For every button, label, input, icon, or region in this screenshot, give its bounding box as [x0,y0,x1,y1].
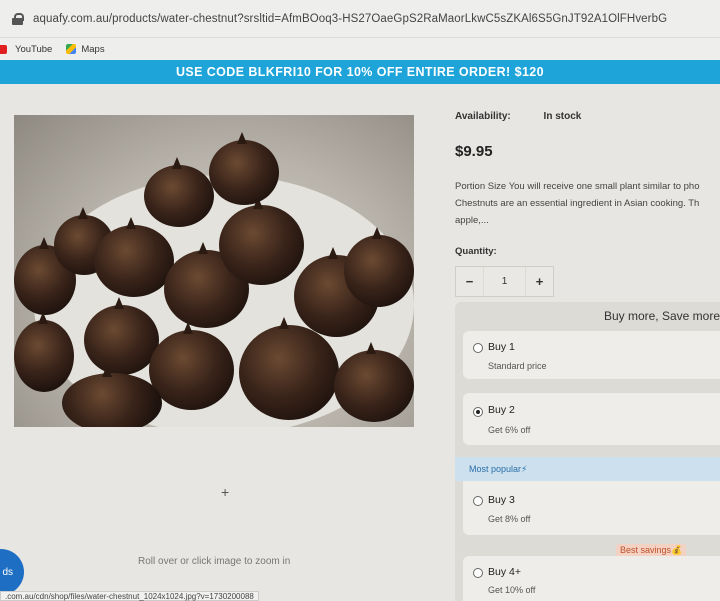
bundle-option-buy-3[interactable]: Buy 3 Get 8% off [463,481,720,535]
increase-button[interactable]: + [526,267,553,296]
option-subtitle: Get 8% off [488,514,531,524]
bookmark-maps[interactable]: Maps [66,43,105,55]
radio-button-selected[interactable] [473,407,483,417]
quantity-label: Quantity: [455,246,497,257]
availability-label: Availability: [455,111,511,122]
bookmarks-bar: YouTube Maps [0,38,720,60]
bundle-option-buy-2[interactable]: Buy 2 Get 6% off [463,393,720,445]
maps-icon [66,44,77,54]
bundle-option-buy-4[interactable]: Buy 4+ Get 10% off [463,556,720,601]
chat-button[interactable]: ds [0,549,24,595]
zoom-hint: Roll over or click image to zoom in [138,556,291,567]
option-title: Buy 1 [488,341,515,353]
youtube-icon [0,44,7,54]
description-line: Chestnuts are an essential ingredient in… [455,198,700,209]
chestnut-graphic [334,342,414,422]
lock-icon[interactable] [12,12,24,25]
bundle-option-buy-1[interactable]: Buy 1 Standard price [463,331,720,379]
availability-value: In stock [543,111,582,122]
bundle-panel: Buy more, Save more Buy 1 Standard price… [455,302,720,601]
bookmark-label: YouTube [15,43,53,55]
option-title: Buy 2 [488,404,515,416]
bookmark-label: Maps [81,43,105,55]
url-text[interactable]: aquafy.com.au/products/water-chestnut?sr… [33,13,667,25]
status-bar-url: .com.au/cdn/shop/files/water-chestnut_10… [0,591,259,601]
chestnut-graphic [62,365,162,427]
radio-button[interactable] [473,496,483,506]
option-title: Buy 3 [488,494,515,506]
chestnut-graphic [344,227,414,307]
description-line: apple,... [455,215,489,226]
availability: Availability: In stock [455,111,581,122]
chat-label: ds [2,566,13,578]
bundle-title: Buy more, Save more [603,309,720,323]
quantity-input[interactable]: 1 [483,267,526,296]
bookmark-youtube[interactable]: YouTube [0,44,52,55]
chestnut-graphic [209,132,279,205]
promo-text: USE CODE BLKFRI10 FOR 10% OFF ENTIRE ORD… [175,65,511,79]
chestnut-graphic [84,297,159,375]
chestnut-graphic [219,197,304,285]
promo-banner: USE CODE BLKFRI10 FOR 10% OFF ENTIRE ORD… [0,60,720,84]
zoom-plus-icon[interactable]: + [221,484,229,500]
radio-button[interactable] [473,568,483,578]
most-popular-badge: Most popular⚡ [455,457,720,481]
option-subtitle: Standard price [488,361,547,371]
address-bar[interactable]: aquafy.com.au/products/water-chestnut?sr… [0,0,720,38]
product-description: Portion Size You will receive one small … [455,178,720,229]
description-line: Portion Size You will receive one small … [455,181,700,192]
quantity-stepper: − 1 + [455,266,554,297]
decrease-button[interactable]: − [456,267,483,296]
option-subtitle: Get 6% off [488,425,531,435]
option-title: Buy 4+ [488,566,521,578]
promo-amount: $120 [514,65,545,79]
chestnut-graphic [94,217,174,297]
chestnut-graphic [149,322,234,410]
product-page: + Roll over or click image to zoom in ds… [0,84,720,601]
chestnut-graphic [14,312,74,392]
option-subtitle: Get 10% off [488,585,536,595]
product-price: $9.95 [455,143,493,160]
chestnut-graphic [239,317,339,420]
product-image[interactable] [14,115,414,427]
radio-button[interactable] [473,343,483,353]
chestnut-graphic [144,157,214,227]
